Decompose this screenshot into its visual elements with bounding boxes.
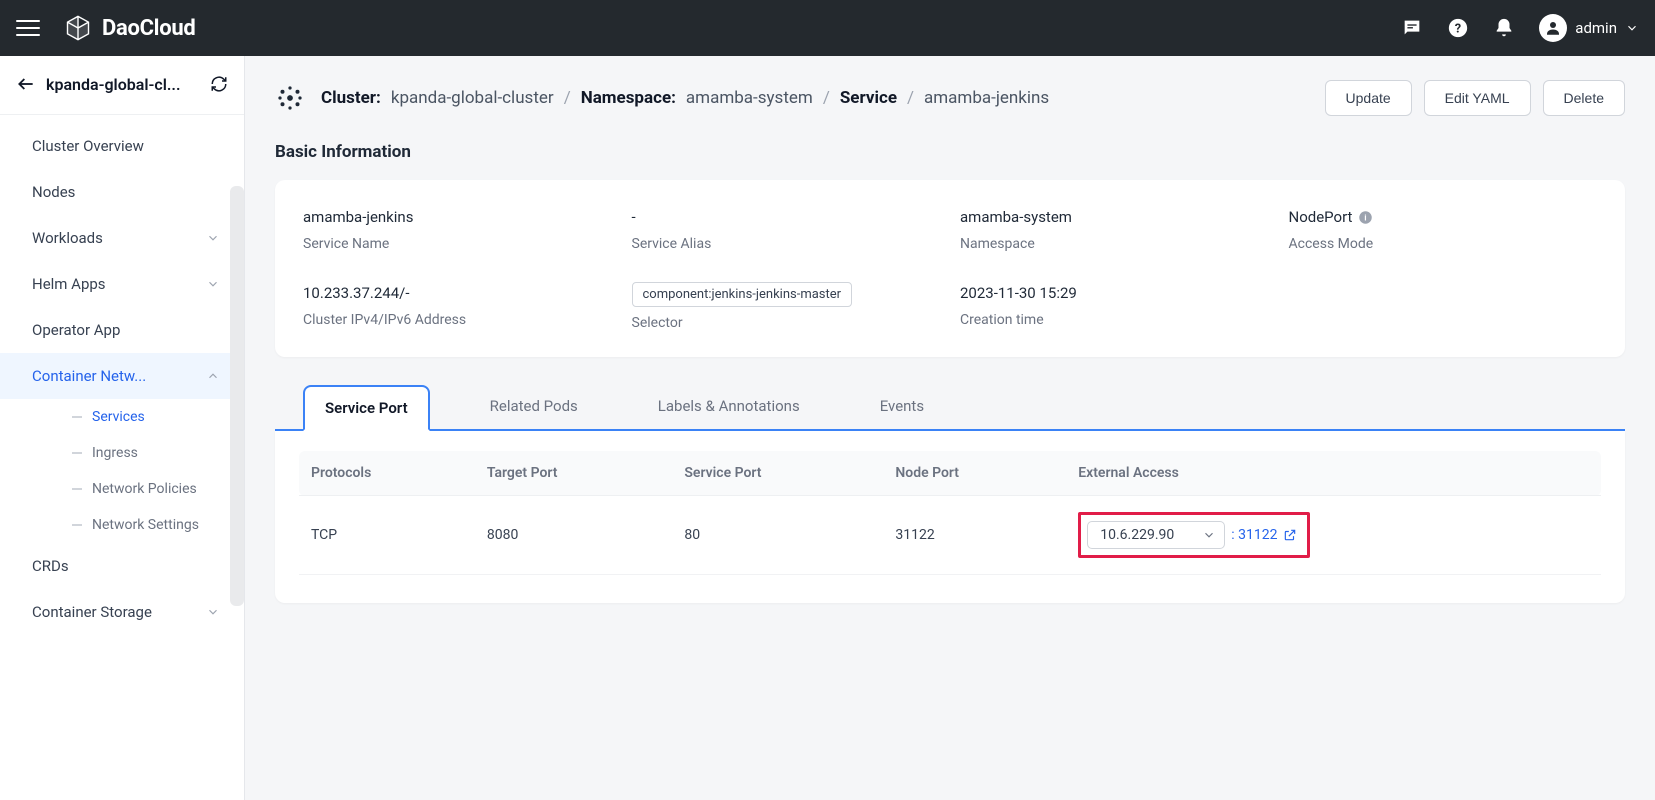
- bc-sep: /: [907, 88, 914, 108]
- refresh-icon[interactable]: [210, 75, 228, 93]
- page-actions: Update Edit YAML Delete: [1325, 80, 1625, 116]
- user-menu[interactable]: admin: [1539, 14, 1639, 42]
- bc-ns-val[interactable]: amamba-system: [686, 88, 813, 108]
- nav-container-network[interactable]: Container Netw...: [0, 353, 244, 399]
- breadcrumb-row: Cluster: kpanda-global-cluster / Namespa…: [275, 80, 1625, 116]
- user-icon: [1544, 19, 1562, 37]
- external-ip-select[interactable]: 10.6.229.90: [1087, 521, 1225, 549]
- external-access-highlight: 10.6.229.90 : 31122: [1078, 512, 1310, 558]
- col-service-port: Service Port: [672, 451, 883, 496]
- sidebar-title: kpanda-global-cl...: [46, 75, 200, 94]
- breadcrumb: Cluster: kpanda-global-cluster / Namespa…: [275, 83, 1049, 113]
- nav-nodes[interactable]: Nodes: [0, 169, 244, 215]
- bell-icon[interactable]: [1493, 17, 1515, 39]
- service-port-table-card: Protocols Target Port Service Port Node …: [275, 431, 1625, 603]
- selector-tag: component:jenkins-jenkins-master: [632, 282, 853, 307]
- chevron-down-icon: [206, 231, 220, 245]
- col-external-access: External Access: [1066, 451, 1601, 496]
- service-port-table: Protocols Target Port Service Port Node …: [299, 451, 1601, 575]
- edit-yaml-button[interactable]: Edit YAML: [1424, 80, 1531, 116]
- tab-events[interactable]: Events: [860, 385, 944, 431]
- info-selector: component:jenkins-jenkins-master Selecto…: [632, 282, 941, 331]
- brand[interactable]: DaoCloud: [64, 14, 195, 42]
- user-name: admin: [1575, 19, 1617, 37]
- nav-network-sub: Services Ingress Network Policies Networ…: [0, 399, 244, 543]
- sidebar: kpanda-global-cl... Cluster Overview Nod…: [0, 56, 245, 800]
- info-cluster-ip: 10.233.37.244/- Cluster IPv4/IPv6 Addres…: [303, 282, 612, 331]
- cell-protocol: TCP: [299, 496, 475, 575]
- info-service-name: amamba-jenkins Service Name: [303, 206, 612, 252]
- bc-service-label[interactable]: Service: [840, 88, 897, 108]
- logo-icon: [64, 14, 92, 42]
- chevron-down-icon: [206, 605, 220, 619]
- chevron-down-icon: [1625, 21, 1639, 35]
- header-left: DaoCloud: [16, 14, 195, 42]
- col-node-port: Node Port: [883, 451, 1066, 496]
- svg-text:?: ?: [1455, 22, 1461, 37]
- external-port-link[interactable]: : 31122: [1231, 527, 1297, 543]
- info-icon[interactable]: i: [1358, 210, 1373, 225]
- basic-info-card: amamba-jenkins Service Name - Service Al…: [275, 180, 1625, 357]
- help-icon[interactable]: ?: [1447, 17, 1469, 39]
- col-target-port: Target Port: [475, 451, 673, 496]
- menu-toggle-button[interactable]: [16, 16, 40, 40]
- bc-ns-label: Namespace:: [581, 88, 676, 108]
- nav-helm-apps[interactable]: Helm Apps: [0, 261, 244, 307]
- table-row: TCP 8080 80 31122 10.6.229.90: [299, 496, 1601, 575]
- sidebar-nav: Cluster Overview Nodes Workloads Helm Ap…: [0, 115, 244, 800]
- update-button[interactable]: Update: [1325, 80, 1412, 116]
- cell-node-port: 31122: [883, 496, 1066, 575]
- tabs: Service Port Related Pods Labels & Annot…: [275, 383, 1625, 431]
- header-right: ? admin: [1401, 14, 1639, 42]
- delete-button[interactable]: Delete: [1543, 80, 1625, 116]
- bc-sep: /: [564, 88, 571, 108]
- table-header-row: Protocols Target Port Service Port Node …: [299, 451, 1601, 496]
- bc-service-val: amamba-jenkins: [924, 88, 1049, 108]
- bc-sep: /: [823, 88, 830, 108]
- sidebar-header: kpanda-global-cl...: [0, 56, 244, 115]
- col-protocols: Protocols: [299, 451, 475, 496]
- main-content: Cluster: kpanda-global-cluster / Namespa…: [245, 56, 1655, 800]
- nav-cluster-overview[interactable]: Cluster Overview: [0, 123, 244, 169]
- cell-target-port: 8080: [475, 496, 673, 575]
- brand-text: DaoCloud: [102, 16, 195, 41]
- nav-network-policies[interactable]: Network Policies: [40, 471, 244, 507]
- bc-cluster-label: Cluster:: [321, 88, 381, 108]
- chevron-down-icon: [1202, 528, 1216, 542]
- sidebar-scrollbar[interactable]: [230, 186, 244, 606]
- nav-services[interactable]: Services: [40, 399, 244, 435]
- top-header: DaoCloud ? admin: [0, 0, 1655, 56]
- tab-labels-annotations[interactable]: Labels & Annotations: [638, 385, 820, 431]
- chevron-up-icon: [206, 369, 220, 383]
- cell-external-access: 10.6.229.90 : 31122: [1066, 496, 1601, 575]
- message-icon[interactable]: [1401, 17, 1423, 39]
- nav-network-settings[interactable]: Network Settings: [40, 507, 244, 543]
- bc-cluster-val[interactable]: kpanda-global-cluster: [391, 88, 554, 108]
- nav-operator-app[interactable]: Operator App: [0, 307, 244, 353]
- svg-text:i: i: [1365, 212, 1367, 222]
- nav-workloads[interactable]: Workloads: [0, 215, 244, 261]
- back-arrow-icon[interactable]: [16, 74, 36, 94]
- info-creation-time: 2023-11-30 15:29 Creation time: [960, 282, 1269, 331]
- nav-container-storage[interactable]: Container Storage: [0, 589, 244, 635]
- cluster-icon: [275, 83, 305, 113]
- tab-related-pods[interactable]: Related Pods: [470, 385, 598, 431]
- tab-service-port[interactable]: Service Port: [303, 385, 430, 431]
- chevron-down-icon: [206, 277, 220, 291]
- info-access-mode: NodePorti Access Mode: [1289, 206, 1598, 252]
- section-title: Basic Information: [275, 142, 1625, 162]
- external-link-icon: [1283, 528, 1297, 542]
- cell-service-port: 80: [672, 496, 883, 575]
- nav-crds[interactable]: CRDs: [0, 543, 244, 589]
- info-service-alias: - Service Alias: [632, 206, 941, 252]
- avatar: [1539, 14, 1567, 42]
- info-namespace: amamba-system Namespace: [960, 206, 1269, 252]
- nav-ingress[interactable]: Ingress: [40, 435, 244, 471]
